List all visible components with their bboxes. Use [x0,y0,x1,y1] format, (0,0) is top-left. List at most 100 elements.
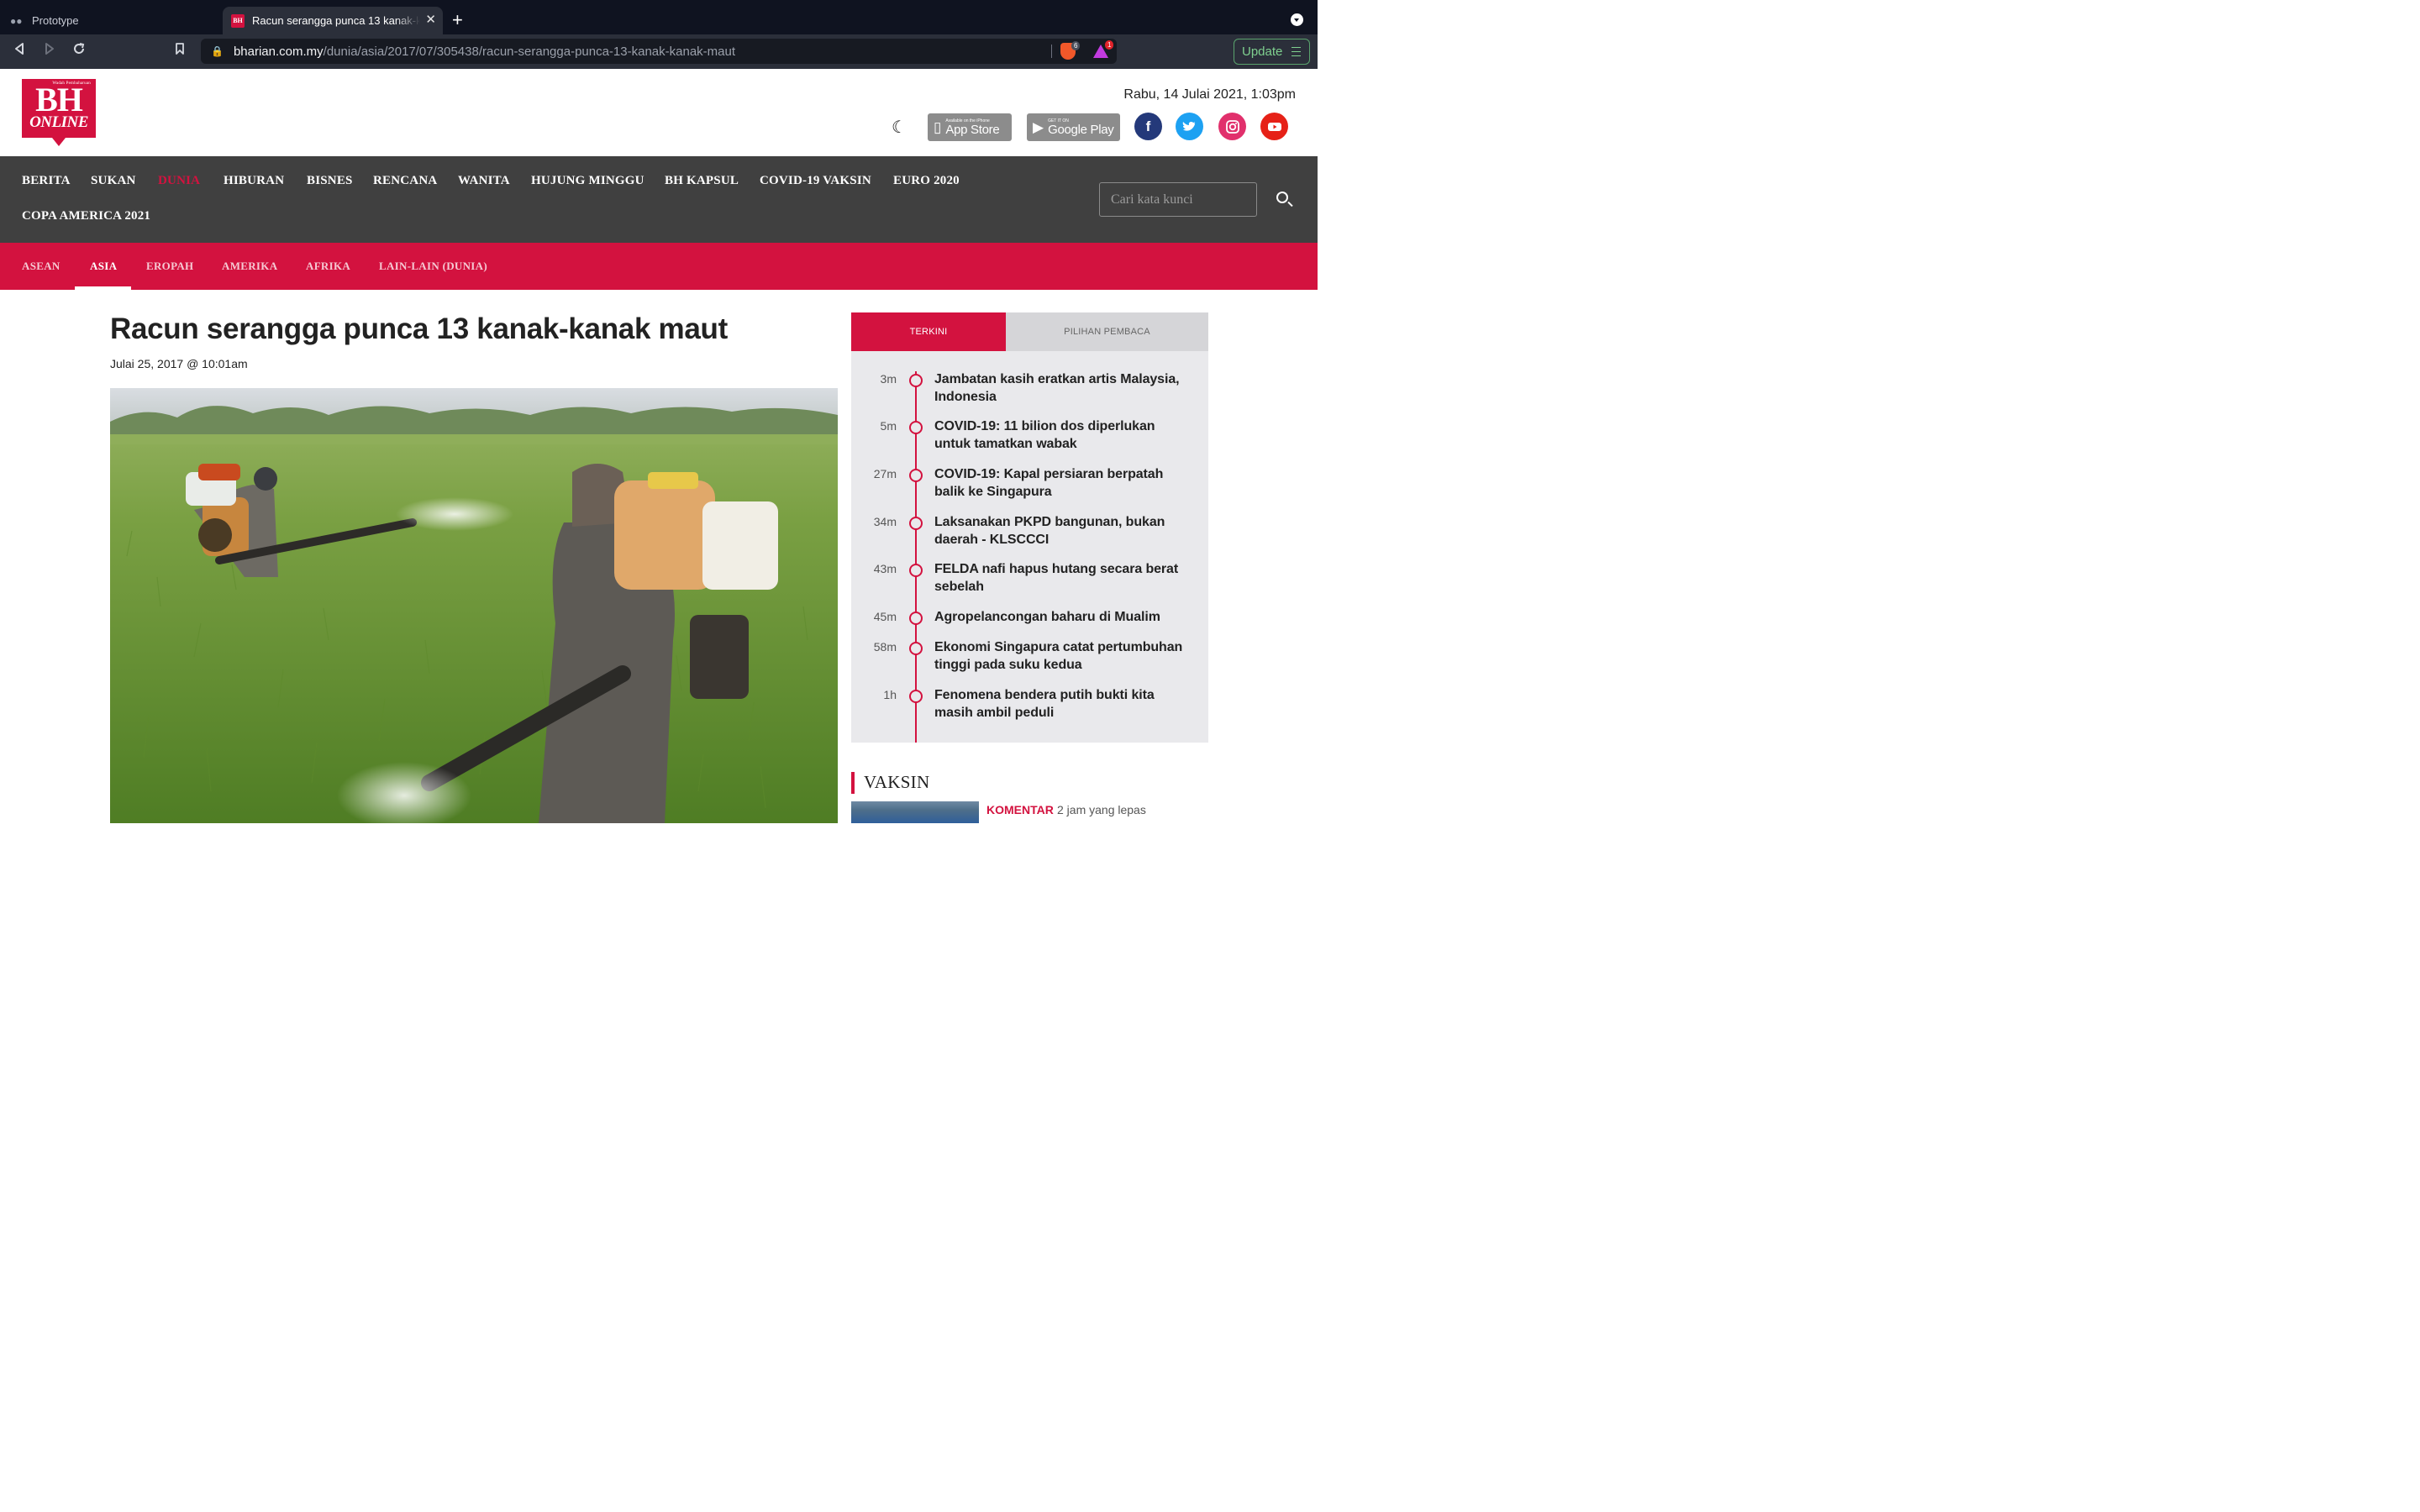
nav-wanita[interactable]: WANITA [458,174,510,188]
logo-bh: BH [35,81,83,118]
timeline-dot-icon [909,421,923,434]
update-button[interactable]: Update [1234,39,1310,65]
news-age: 27m [873,467,897,480]
back-button[interactable] [13,42,25,61]
reload-button[interactable] [72,42,86,61]
close-icon[interactable]: ✕ [425,13,436,27]
nav-berita[interactable]: BERITA [22,174,71,188]
youtube-icon[interactable] [1260,113,1288,140]
farmers-spraying-rice-field-photo [110,388,838,823]
dark-mode-moon-icon[interactable]: ☾ [892,119,907,136]
timeline-dot-icon [909,374,923,387]
nav-hiburan[interactable]: HIBURAN [224,174,284,188]
news-age: 1h [883,688,897,701]
news-headline[interactable]: Agropelancongan baharu di Mualim [934,609,1191,627]
instagram-camera-shape [1225,119,1239,134]
active-subnav-indicator [75,286,131,290]
phone-icon: ▯ [934,118,942,135]
forward-arrow-icon [45,43,54,55]
bookmark-button[interactable] [175,42,185,61]
rewards-count-badge: 1 [1105,40,1114,50]
nav-sukan[interactable]: SUKAN [91,174,136,188]
bh-favicon-icon: BH [231,13,245,28]
vaksin-section-title[interactable]: VAKSIN [864,772,929,793]
timeline-dot-icon [909,469,923,482]
nav-dunia[interactable]: DUNIA [158,174,200,188]
news-age: 45m [873,610,897,623]
tab-list-chevron-icon[interactable] [1291,13,1303,26]
subnav-amerika[interactable]: AMERIKA [222,260,277,273]
url-path: /dunia/asia/2017/07/305438/racun-serangg… [323,44,735,59]
timeline-dot-icon [909,690,923,703]
news-age: 3m [880,372,897,386]
search-input[interactable] [1099,182,1257,217]
nav-copa-america-2021[interactable]: COPA AMERICA 2021 [22,209,150,223]
tab-article[interactable]: BH Racun serangga punca 13 kanak-kanak m… [223,7,443,34]
nav-bisnes[interactable]: BISNES [307,174,353,188]
nav-bh-kapsul[interactable]: BH KAPSUL [665,174,739,188]
subnav-eropah[interactable]: EROPAH [146,260,193,273]
vaksin-thumbnail-image[interactable] [851,801,979,823]
article-title: Racun serangga punca 13 kanak-kanak maut [110,312,728,345]
sub-navigation: ASEAN ASIA EROPAH AMERIKA AFRIKA LAIN-LA… [0,243,1318,290]
nav-covid19-vaksin[interactable]: COVID-19 VAKSIN [760,174,871,188]
hamburger-menu-icon [1292,47,1301,56]
news-headline[interactable]: Fenomena bendera putih bukti kita masih … [934,687,1191,722]
tab-prototype[interactable]: ●● Prototype [10,7,220,34]
news-headline[interactable]: Laksanakan PKPD bangunan, bukan daerah -… [934,514,1191,549]
facebook-icon[interactable]: f [1134,113,1162,140]
appstore-big-text: App Store [945,122,1000,137]
nav-euro-2020[interactable]: EURO 2020 [893,174,960,188]
news-age: 34m [873,515,897,528]
instagram-icon[interactable] [1218,113,1246,140]
update-label: Update [1242,45,1283,59]
address-bar[interactable]: 🔒 bharian.com.my/dunia/asia/2017/07/3054… [201,39,1117,64]
article-hero-image [110,388,838,823]
tab-label: Prototype [32,14,79,27]
subnav-asean[interactable]: ASEAN [22,260,60,273]
komentar-category[interactable]: KOMENTAR [986,803,1054,816]
subnav-lain-lain[interactable]: LAIN-LAIN (DUNIA) [379,260,487,273]
news-headline[interactable]: COVID-19: Kapal persiaran berpatah balik… [934,466,1191,501]
nav-rencana[interactable]: RENCANA [373,174,437,188]
bookmark-icon [176,43,184,55]
lock-icon: 🔒 [211,45,224,57]
news-headline[interactable]: FELDA nafi hapus hutang secara berat seb… [934,561,1191,596]
tab-pilihan-pembaca[interactable]: PILIHAN PEMBACA [1006,312,1208,351]
google-play-badge[interactable]: ▶ GET IT ON Google Play [1027,113,1120,141]
play-triangle-icon: ▶ [1033,118,1044,135]
current-date: Rabu, 14 Julai 2021, 1:03pm [1123,87,1296,102]
subnav-asia[interactable]: ASIA [90,260,117,273]
url-host: bharian.com.my [233,44,324,59]
news-headline[interactable]: Ekonomi Singapura catat pertumbuhan ting… [934,639,1191,674]
subnav-afrika[interactable]: AFRIKA [306,260,350,273]
new-tab-button[interactable]: + [452,10,463,30]
main-navigation: BERITA SUKAN DUNIA HIBURAN BISNES RENCAN… [0,156,1318,243]
youtube-play-shape [1267,122,1281,131]
address-divider [1051,45,1052,58]
komentar-timestamp: 2 jam yang lepas [1057,803,1146,816]
app-store-badge[interactable]: ▯ Available on the iPhone App Store [928,113,1012,141]
news-age: 58m [873,640,897,654]
news-age: 5m [880,419,897,433]
shields-count-badge: 6 [1071,41,1081,50]
forward-button[interactable] [44,42,55,61]
tab-terkini[interactable]: TERKINI [851,312,1006,351]
section-accent-bar [851,772,855,794]
bh-online-logo[interactable]: Wadah Pembaharuan BH ONLINE [22,79,96,146]
browser-tab-bar: ●● Prototype BH Racun serangga punca 13 … [0,0,1318,34]
timeline-dot-icon [909,612,923,625]
latest-news-sidebar: TERKINI PILIHAN PEMBACA 3m Jambatan kasi… [851,312,1208,743]
nav-hujung-minggu[interactable]: HUJUNG MINGGU [531,174,644,188]
back-arrow-icon [15,43,24,55]
mask-icon: ●● [10,14,23,27]
news-headline[interactable]: COVID-19: 11 bilion dos diperlukan untuk… [934,418,1191,453]
news-headline[interactable]: Jambatan kasih eratkan artis Malaysia, I… [934,371,1191,406]
twitter-icon[interactable] [1176,113,1203,140]
timeline-dot-icon [909,642,923,655]
search-icon[interactable] [1276,192,1288,203]
tab-label: Racun serangga punca 13 kanak-kanak maut [252,14,420,27]
site-header: Wadah Pembaharuan BH ONLINE Rabu, 14 Jul… [0,69,1318,156]
twitter-bird-shape [1182,121,1196,131]
timeline-dot-icon [909,517,923,530]
